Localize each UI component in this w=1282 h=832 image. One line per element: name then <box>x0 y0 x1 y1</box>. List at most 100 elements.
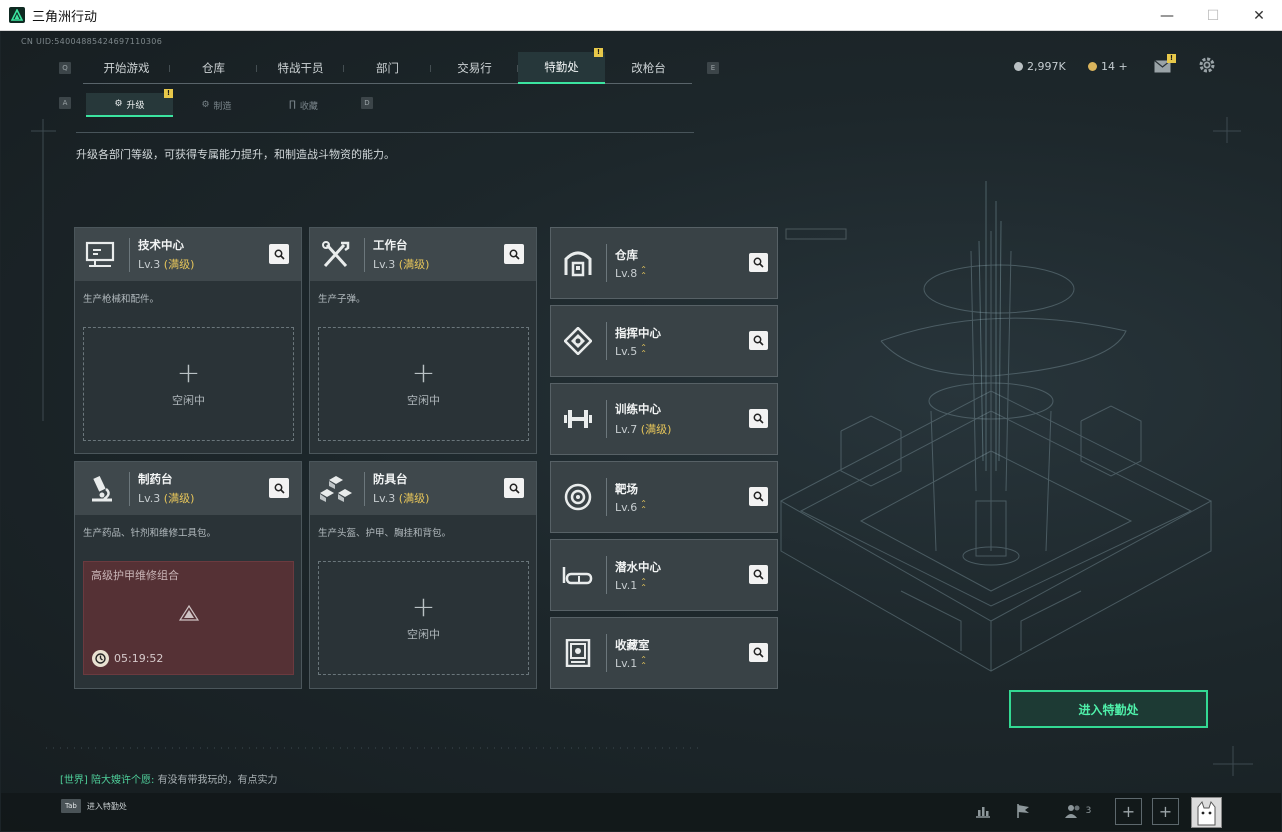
subtab-craft[interactable]: ⚙ 制造 <box>173 93 260 117</box>
dept-level: Lv.3 <box>138 258 161 271</box>
search-icon[interactable] <box>749 409 768 428</box>
tab-label: 开始游戏 <box>103 61 150 75</box>
top-nav: 开始游戏 仓库 特战干员 部门 交易行 特勤处 ! 改枪台 <box>83 48 692 84</box>
friends-button[interactable]: 3 <box>1060 800 1096 822</box>
search-icon[interactable] <box>504 478 524 498</box>
dept-name: 靶场 <box>615 481 638 496</box>
dept-name: 仓库 <box>615 247 638 262</box>
slot-status: 空闲中 <box>407 394 440 407</box>
tab-special-ops[interactable]: 特勤处 ! <box>518 48 605 84</box>
tab-label: 部门 <box>376 61 399 75</box>
dept-card-pharmacy[interactable]: 制药台 Lv.3 (满级) 生产药品、针剂和维修工具包。 高级护甲维修组合 05… <box>74 461 302 689</box>
production-slot-idle[interactable]: + 空闲中 <box>318 327 529 441</box>
dept-card-training-center[interactable]: 训练中心 Lv.7 (满级) <box>550 383 778 455</box>
tab-label: 改枪台 <box>631 61 666 75</box>
tab-department[interactable]: 部门 <box>344 52 431 84</box>
close-button[interactable]: ✕ <box>1236 0 1282 31</box>
dept-level: Lv.3 <box>373 258 396 271</box>
search-icon[interactable] <box>269 244 289 264</box>
nav-next-key[interactable]: E <box>707 62 719 74</box>
search-icon[interactable] <box>749 565 768 584</box>
tab-shortcut[interactable]: Tab 进入特勤处 <box>61 799 127 813</box>
tab-start-game[interactable]: 开始游戏 <box>83 52 170 84</box>
subnav-next-key[interactable]: D <box>361 97 373 109</box>
add-teammate-button-2[interactable]: + <box>1152 798 1179 825</box>
subtab-label: 制造 <box>213 101 232 112</box>
dept-level: Lv.5 <box>615 344 638 358</box>
tab-warehouse[interactable]: 仓库 <box>170 52 257 84</box>
mail-icon[interactable]: ! <box>1154 54 1176 77</box>
production-slot-idle[interactable]: + 空闲中 <box>318 561 529 675</box>
dept-name: 工作台 <box>373 238 408 252</box>
search-icon[interactable] <box>504 244 524 264</box>
subnav-prev-key[interactable]: A <box>59 97 71 109</box>
maximize-button[interactable]: ☐ <box>1190 0 1236 31</box>
production-slot-idle[interactable]: + 空闲中 <box>83 327 294 441</box>
ticket-amount: 14 + <box>1101 60 1128 73</box>
plus-icon: + <box>411 590 436 623</box>
tab-label: 特战干员 <box>277 61 324 75</box>
dept-card-shooting-range[interactable]: 靶场 Lv.6 ⌃ ⌃ <box>550 461 778 533</box>
upgrade-available-icon: ⌃ ⌃ <box>640 577 647 592</box>
dept-level: Lv.8 <box>615 266 638 280</box>
enter-special-ops-button[interactable]: 进入特勤处 <box>1009 690 1208 728</box>
app-logo-icon <box>9 7 25 23</box>
subtab-collection[interactable]: ∏ 收藏 <box>260 93 347 117</box>
friends-icon <box>1064 805 1080 818</box>
search-icon[interactable] <box>749 331 768 350</box>
production-slot-busy[interactable]: 高级护甲维修组合 05:19:52 <box>83 561 294 675</box>
add-teammate-button[interactable]: + <box>1115 798 1142 825</box>
upgrade-available-icon: ⌃ ⌃ <box>640 655 647 670</box>
tab-label: 特勤处 <box>544 60 579 74</box>
dept-card-command-center[interactable]: 指挥中心 Lv.5 ⌃ ⌃ <box>550 305 778 377</box>
gear-icon[interactable] <box>1198 56 1216 78</box>
search-icon[interactable] <box>269 478 289 498</box>
flag-icon[interactable] <box>1012 800 1034 822</box>
tab-gunsmith[interactable]: 改枪台 <box>605 52 692 84</box>
coin-icon <box>1014 62 1023 71</box>
dept-card-armor-bench[interactable]: 防具台 Lv.3 (满级) 生产头盔、护甲、胸挂和背包。 + 空闲中 <box>309 461 537 689</box>
avatar[interactable] <box>1191 797 1222 828</box>
max-level-label: (满级) <box>398 258 430 271</box>
search-icon[interactable] <box>749 643 768 662</box>
nav-prev-key[interactable]: Q <box>59 62 71 74</box>
sub-nav: ⚙ 升级 ! ⚙ 制造 ∏ 收藏 <box>86 89 347 117</box>
dept-card-workbench[interactable]: 工作台 Lv.3 (满级) 生产子弹。 + 空闲中 <box>309 227 537 454</box>
dept-card-tech-center[interactable]: 技术中心 Lv.3 (满级) 生产枪械和配件。 + 空闲中 <box>74 227 302 454</box>
tools-icon <box>314 228 358 281</box>
craft-icon: ⚙ <box>201 100 210 110</box>
dept-name: 制药台 <box>138 472 173 486</box>
stats-icon[interactable] <box>972 800 994 822</box>
dept-description: 生产子弹。 <box>318 294 366 305</box>
subtab-upgrade[interactable]: ⚙ 升级 ! <box>86 89 173 117</box>
collection-icon <box>556 639 600 667</box>
tab-operators[interactable]: 特战干员 <box>257 52 344 84</box>
notification-badge: ! <box>594 48 603 57</box>
job-name: 高级护甲维修组合 <box>91 569 179 582</box>
dept-description: 生产枪械和配件。 <box>83 294 160 305</box>
dept-level: Lv.7 <box>615 422 638 436</box>
chat-message[interactable]: [世界] 陪大嫂许个愿: 有没有带我玩的，有点实力 <box>60 771 278 786</box>
upgrade-icon: ⚙ <box>114 99 123 109</box>
window-titlebar: 三角洲行动 — ☐ ✕ <box>0 0 1282 31</box>
dept-card-diving-center[interactable]: 潜水中心 Lv.1 ⌃ ⌃ <box>550 539 778 611</box>
minimize-button[interactable]: — <box>1144 0 1190 31</box>
microscope-icon <box>79 462 123 515</box>
tab-label: 交易行 <box>457 61 492 75</box>
coin-balance[interactable]: 2,997K <box>1014 60 1066 73</box>
search-icon[interactable] <box>749 487 768 506</box>
clock-icon <box>92 650 109 667</box>
upgrade-available-icon: ⌃ ⌃ <box>640 343 647 358</box>
dept-level: Lv.3 <box>373 492 396 505</box>
dept-name: 潜水中心 <box>615 559 661 574</box>
tab-trading[interactable]: 交易行 <box>431 52 518 84</box>
dept-card-collection-room[interactable]: 收藏室 Lv.1 ⌃ ⌃ <box>550 617 778 689</box>
tab-label: 仓库 <box>202 61 225 75</box>
command-icon <box>556 327 600 355</box>
diving-mask-icon <box>556 563 600 587</box>
search-icon[interactable] <box>749 253 768 272</box>
slot-status: 空闲中 <box>407 628 440 641</box>
plus-icon: + <box>176 356 201 389</box>
dept-card-warehouse[interactable]: 仓库 Lv.8 ⌃ ⌃ <box>550 227 778 299</box>
ticket-balance[interactable]: 14 + <box>1088 60 1128 73</box>
